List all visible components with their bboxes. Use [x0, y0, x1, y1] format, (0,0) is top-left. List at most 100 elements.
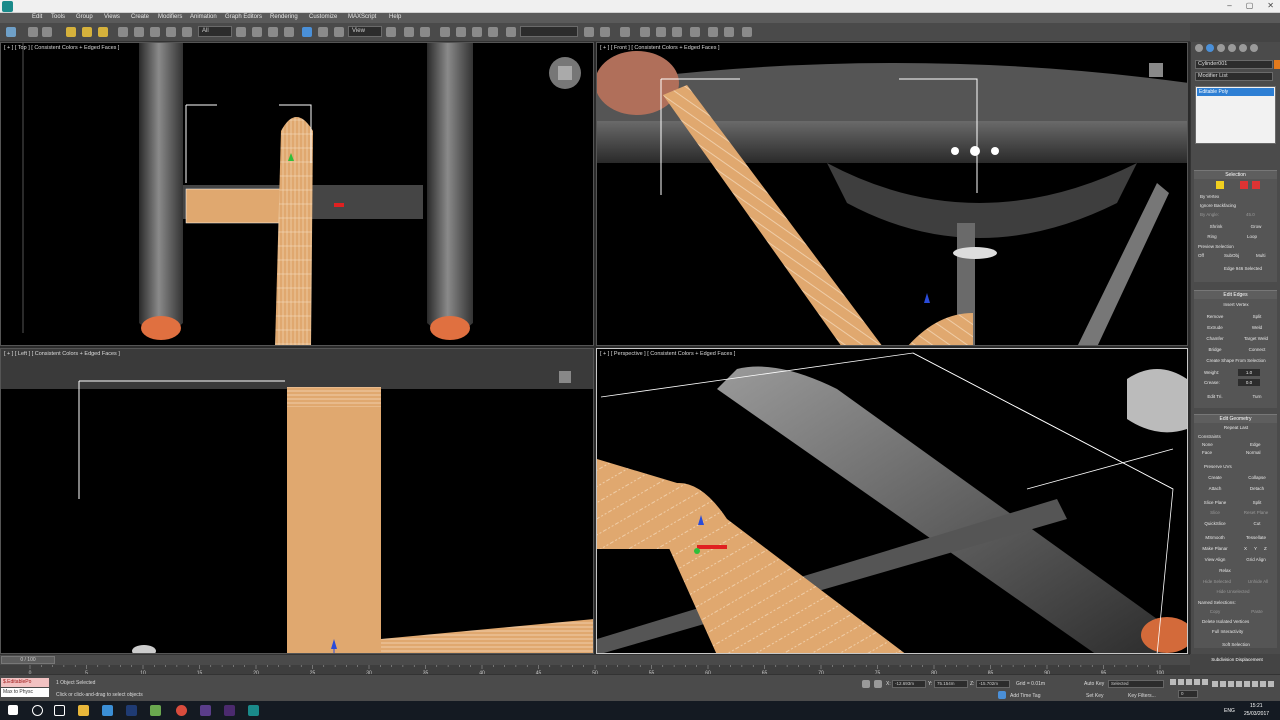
viewport-top[interactable]: [ + ] [ Top ] [ Consistent Colors + Edge…: [0, 42, 594, 346]
select-manipulate-icon[interactable]: [404, 27, 414, 37]
insert-vertex-button[interactable]: Insert Vertex: [1216, 301, 1256, 308]
minimize-button[interactable]: –: [1227, 1, 1231, 10]
move-icon[interactable]: [302, 27, 312, 37]
task-view-icon[interactable]: [54, 705, 65, 716]
close-button[interactable]: ✕: [1267, 1, 1274, 10]
zoom-extents-all-icon[interactable]: [1236, 681, 1242, 687]
target-weld-button[interactable]: Target Weld: [1238, 335, 1274, 342]
subdivision-displacement-rollout-title[interactable]: Subdivision Displacement: [1197, 656, 1277, 663]
select-by-name-icon[interactable]: [82, 27, 92, 37]
window-crossing-icon[interactable]: [284, 27, 294, 37]
create-tab-icon[interactable]: [1195, 44, 1203, 52]
split-edge-button[interactable]: Split: [1242, 313, 1272, 320]
object-color-swatch[interactable]: [1274, 60, 1280, 69]
select-by-name-list-icon[interactable]: [252, 27, 262, 37]
undo-icon[interactable]: [118, 27, 128, 37]
weight-spinner[interactable]: 1.0: [1238, 369, 1260, 376]
copy-button[interactable]: Copy: [1200, 608, 1230, 615]
undo-scene-icon[interactable]: [6, 27, 16, 37]
menu-maxscript[interactable]: MAXScript: [348, 14, 376, 20]
field-of-view-icon[interactable]: [1244, 681, 1250, 687]
maxscript-listener[interactable]: $.EditablePo Max to Physc: [1, 678, 49, 698]
msmooth-button[interactable]: MSmooth: [1200, 534, 1230, 541]
preserve-uvs-checkbox[interactable]: Preserve UVs: [1204, 463, 1232, 470]
grow-button[interactable]: Grow: [1242, 223, 1270, 230]
unlink-icon[interactable]: [42, 27, 52, 37]
split-checkbox[interactable]: Split: [1242, 499, 1272, 506]
weld-button[interactable]: Weld: [1242, 324, 1272, 331]
shrink-button[interactable]: Shrink: [1202, 223, 1230, 230]
viewport-label-perspective[interactable]: [ + ] [ Perspective ] [ Consistent Color…: [600, 351, 735, 357]
selection-rollout-title[interactable]: Selection: [1194, 171, 1277, 179]
slice-plane-button[interactable]: Slice Plane: [1200, 499, 1230, 506]
menu-views[interactable]: Views: [104, 14, 120, 20]
menu-rendering[interactable]: Rendering: [270, 14, 298, 20]
attach-button[interactable]: Attach: [1200, 485, 1230, 492]
mirror-icon[interactable]: [584, 27, 594, 37]
clock-time[interactable]: 15:21: [1250, 703, 1263, 709]
ring-button[interactable]: Ring: [1202, 233, 1222, 240]
edge-mode-icon[interactable]: [1240, 181, 1248, 189]
pivot-icon[interactable]: [386, 27, 396, 37]
collapse-button[interactable]: Collapse: [1242, 474, 1272, 481]
ignore-backfacing-checkbox[interactable]: Ignore Backfacing: [1200, 202, 1236, 209]
view-align-button[interactable]: View Align: [1200, 556, 1230, 563]
polygon-mode-icon[interactable]: [1252, 181, 1260, 189]
file-explorer-icon[interactable]: [78, 705, 89, 716]
crease-spinner[interactable]: 0.0: [1238, 379, 1260, 386]
constraint-none-radio[interactable]: None: [1202, 441, 1213, 448]
previous-frame-icon[interactable]: [1178, 679, 1184, 685]
search-icon[interactable]: [32, 705, 43, 716]
keyboard-shortcut-icon[interactable]: [420, 27, 430, 37]
time-slider[interactable]: 0 / 100: [1, 656, 55, 664]
rendered-frame-window-icon[interactable]: [708, 27, 718, 37]
scale-icon[interactable]: [334, 27, 344, 37]
maximize-viewport-icon[interactable]: [1268, 681, 1274, 687]
select-icon[interactable]: [236, 27, 246, 37]
absolute-mode-icon[interactable]: [874, 680, 882, 688]
zoom-all-icon[interactable]: [1220, 681, 1226, 687]
menu-create[interactable]: Create: [131, 14, 149, 20]
edit-edges-rollout-title[interactable]: Edit Edges: [1194, 291, 1277, 299]
constraint-normal-radio[interactable]: Normal: [1246, 449, 1261, 456]
render-setup-icon[interactable]: [690, 27, 700, 37]
premiere-icon[interactable]: [224, 705, 235, 716]
slice-button[interactable]: Slice: [1200, 509, 1230, 516]
by-angle-checkbox[interactable]: By Angle:: [1200, 211, 1219, 218]
photoshop-icon[interactable]: [126, 705, 137, 716]
app-icon[interactable]: [2, 1, 13, 12]
cut-button[interactable]: Cut: [1242, 520, 1272, 527]
hide-selected-button[interactable]: Hide Selected: [1198, 578, 1236, 585]
zoom-extents-icon[interactable]: [1228, 681, 1234, 687]
select-object-icon[interactable]: [66, 27, 76, 37]
delete-isolated-checkbox[interactable]: Delete Isolated Vertices: [1202, 618, 1249, 625]
bridge-button[interactable]: Bridge: [1200, 346, 1230, 353]
hide-unselected-button[interactable]: Hide Unselected: [1208, 588, 1258, 595]
viewport-left[interactable]: [ + ] [ Left ] [ Consistent Colors + Edg…: [0, 348, 594, 654]
repeat-last-button[interactable]: Repeat Last: [1216, 424, 1256, 431]
edit-geometry-rollout-title[interactable]: Edit Geometry: [1194, 415, 1277, 423]
link-icon[interactable]: [28, 27, 38, 37]
stack-item-editable-poly[interactable]: Editable Poly: [1197, 88, 1274, 96]
after-effects-icon[interactable]: [200, 705, 211, 716]
viewport-label-front[interactable]: [ + ] [ Front ] [ Consistent Colors + Ed…: [600, 45, 720, 51]
menu-graph-editors[interactable]: Graph Editors: [225, 14, 262, 20]
layer-manager-icon[interactable]: [620, 27, 630, 37]
create-shape-button[interactable]: Create Shape From Selection: [1198, 357, 1274, 364]
planar-z-button[interactable]: Z: [1264, 545, 1267, 552]
menu-animation[interactable]: Animation: [190, 14, 217, 20]
constraint-edge-radio[interactable]: Edge: [1250, 441, 1261, 448]
named-selection-dropdown[interactable]: [520, 26, 578, 37]
keyboard-language[interactable]: ENG: [1224, 708, 1235, 714]
planar-x-button[interactable]: X: [1244, 545, 1247, 552]
object-name-field[interactable]: Cylinder001: [1195, 60, 1273, 69]
reset-plane-button[interactable]: Reset Plane: [1238, 509, 1274, 516]
maximize-button[interactable]: ▢: [1246, 1, 1254, 10]
play-icon[interactable]: [1186, 679, 1192, 685]
bind-icon[interactable]: [166, 27, 176, 37]
maxscript-input[interactable]: Max to Physc: [1, 688, 49, 697]
chrome-icon[interactable]: [176, 705, 187, 716]
preview-multi-radio[interactable]: Multi: [1256, 252, 1266, 259]
turn-button[interactable]: Turn: [1242, 393, 1272, 400]
unbind-icon[interactable]: [182, 27, 192, 37]
